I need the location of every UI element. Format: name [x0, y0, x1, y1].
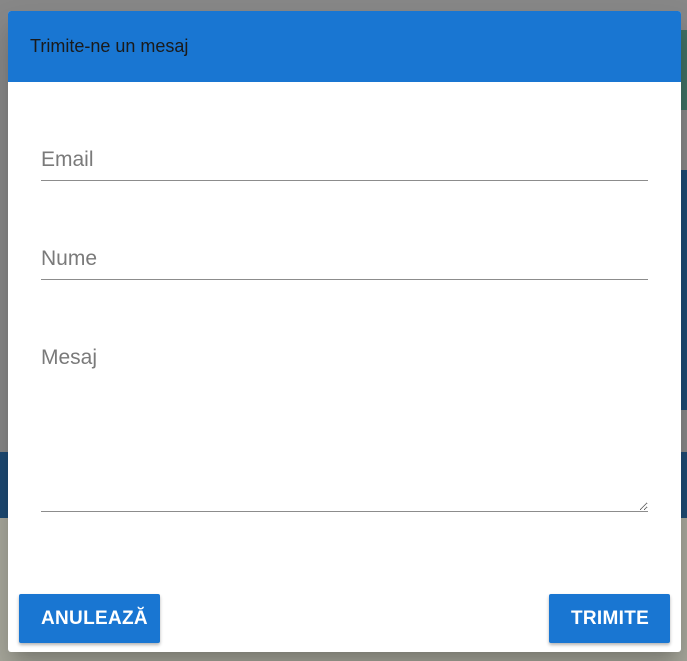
name-field[interactable]: [41, 247, 648, 280]
message-field-wrapper: [41, 346, 648, 517]
send-button[interactable]: TRIMITE: [549, 594, 670, 643]
name-field-wrapper: [41, 247, 648, 280]
contact-dialog: Trimite-ne un mesaj ANULEAZĂ TRIMITE: [8, 11, 681, 652]
email-field[interactable]: [41, 148, 648, 181]
email-field-wrapper: [41, 148, 648, 181]
dialog-actions: ANULEAZĂ TRIMITE: [19, 594, 670, 643]
dialog-header: Trimite-ne un mesaj: [8, 11, 681, 82]
dialog-title: Trimite-ne un mesaj: [30, 36, 189, 56]
dialog-body: [8, 148, 681, 517]
cancel-button[interactable]: ANULEAZĂ: [19, 594, 160, 643]
message-field[interactable]: [41, 346, 648, 512]
